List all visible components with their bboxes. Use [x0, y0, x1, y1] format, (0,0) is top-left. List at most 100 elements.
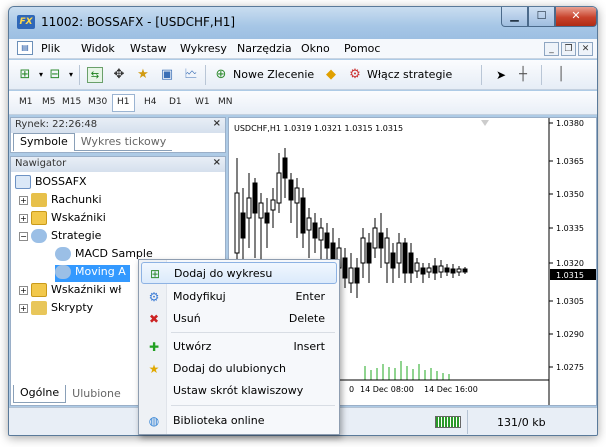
expand-icon[interactable]: + — [19, 213, 28, 223]
menu-item-create[interactable]: ✚ Utwórz Insert — [141, 336, 337, 358]
data-window-icon[interactable]: ✥ — [111, 67, 127, 83]
terminal-icon — [15, 175, 31, 189]
profiles-icon[interactable]: ⊟ — [47, 67, 63, 83]
tab-general[interactable]: Ogólne — [13, 385, 67, 403]
accounts-icon — [31, 193, 47, 207]
globe-icon: ◍ — [148, 414, 160, 428]
tree-item-scripts[interactable]: + Skrypty — [19, 301, 93, 318]
mdi-restore-button[interactable]: ❐ — [561, 42, 576, 56]
navigator-header: Nawigator × — [11, 157, 225, 172]
navigator-icon[interactable]: ★ — [135, 67, 151, 83]
context-menu: ⊞ Dodaj do wykresu ⚙ Modyfikuj Enter ✖ U… — [138, 259, 340, 435]
menu-item-add-favorite[interactable]: ★ Dodaj do ulubionych — [141, 358, 337, 380]
menu-separator — [171, 332, 335, 333]
menu-item-delete[interactable]: ✖ Usuń Delete — [141, 308, 337, 330]
tab-symbols[interactable]: Symbole — [13, 133, 75, 151]
price-tick-label: 1.0275 — [556, 363, 584, 372]
indicator-icon — [31, 211, 47, 225]
menu-insert[interactable]: Wstaw — [130, 42, 167, 55]
timeframe-h4[interactable]: H4 — [144, 97, 157, 107]
close-icon[interactable]: × — [213, 118, 221, 129]
delete-icon: ✖ — [148, 312, 160, 326]
close-icon[interactable]: × — [213, 157, 221, 168]
standard-toolbar: ⊞ ▾ ⊟ ▾ ⇆ ✥ ★ ▣ 🗠 ⊕ Nowe Zlecenie ◆ ⚙ Wł… — [9, 60, 597, 90]
expand-icon[interactable]: + — [19, 285, 28, 295]
market-watch-panel: Rynek: 22:26:48 × Symbole Wykres tickowy — [10, 117, 226, 153]
tab-favorites[interactable]: Ulubione — [66, 385, 127, 403]
title-bar[interactable]: FX 11002: BOSSAFX - [USDCHF,H1] ▁ ☐ ✕ — [9, 7, 597, 39]
menu-window[interactable]: Okno — [301, 42, 330, 55]
price-tick-label: 1.0320 — [556, 259, 584, 268]
menu-item-online-library[interactable]: ◍ Biblioteka online — [141, 410, 337, 432]
shift-marker-icon — [481, 120, 489, 126]
menu-item-add-to-chart[interactable]: ⊞ Dodaj do wykresu — [141, 262, 337, 284]
market-watch-header: Rynek: 22:26:48 × — [11, 118, 225, 133]
time-tick-label: 0 — [349, 385, 354, 394]
timeframe-m15[interactable]: M15 — [62, 97, 81, 107]
expand-icon[interactable]: + — [19, 303, 28, 313]
timeframe-d1[interactable]: D1 — [169, 97, 182, 107]
current-price-label: 1.0315 — [556, 271, 584, 280]
crosshair-icon[interactable]: ┼ — [515, 67, 531, 83]
tree-item-accounts[interactable]: + Rachunki — [19, 193, 102, 210]
price-tick-label: 1.0350 — [556, 190, 584, 199]
menu-charts[interactable]: Wykresy — [180, 42, 227, 55]
menu-item-set-hotkey[interactable]: Ustaw skrót klawiszowy — [141, 380, 337, 402]
menu-item-modify[interactable]: ⚙ Modyfikuj Enter — [141, 286, 337, 308]
strategies-icon[interactable]: ⚙ — [347, 67, 363, 83]
toolbar-separator — [205, 65, 206, 85]
tab-tick-chart[interactable]: Wykres tickowy — [74, 133, 173, 151]
maximize-button[interactable]: ☐ — [528, 7, 555, 27]
new-order-button[interactable]: Nowe Zlecenie — [233, 68, 314, 81]
menu-help[interactable]: Pomoc — [344, 42, 380, 55]
close-button[interactable]: ✕ — [555, 7, 597, 27]
menu-bar: ▤ Plik Widok Wstaw Wykresy Narzędzia Okn… — [9, 39, 597, 59]
toolbar-separator — [541, 65, 542, 85]
toolbar-separator — [79, 65, 80, 85]
enable-strategies-button[interactable]: Włącz strategie — [367, 68, 452, 81]
timeframe-m30[interactable]: M30 — [88, 97, 107, 107]
favorite-icon: ★ — [148, 362, 160, 376]
mdi-minimize-button[interactable]: _ — [544, 42, 559, 56]
market-watch-icon[interactable]: ⇆ — [87, 67, 103, 83]
menu-tools[interactable]: Narzędzia — [237, 42, 292, 55]
timeframe-m5[interactable]: M5 — [42, 97, 56, 107]
tree-item-indicators[interactable]: + Wskaźniki — [19, 211, 106, 228]
new-chart-icon[interactable]: ⊞ — [17, 67, 33, 83]
time-tick-label: 14 Dec 08:00 — [360, 385, 414, 394]
timeframe-h1[interactable]: H1 — [112, 94, 135, 112]
expand-icon[interactable]: + — [19, 195, 28, 205]
minimize-button[interactable]: ▁ — [501, 7, 528, 27]
tree-item-strategies[interactable]: − Strategie — [19, 229, 101, 246]
dropdown-arrow-icon[interactable]: ▾ — [63, 67, 79, 83]
navigator-title: Nawigator — [15, 158, 67, 169]
cursor-icon[interactable]: ➤ — [493, 67, 509, 83]
volume-bars — [364, 361, 450, 380]
gear-icon: ⚙ — [148, 290, 160, 304]
menu-file[interactable]: Plik — [41, 42, 60, 55]
tree-item-bossafx[interactable]: BOSSAFX — [15, 175, 87, 192]
menu-view[interactable]: Widok — [81, 42, 115, 55]
timeframe-mn[interactable]: MN — [218, 97, 233, 107]
price-tick-label: 1.0335 — [556, 224, 584, 233]
strategy-icon — [31, 229, 47, 243]
app-logo-icon: FX — [17, 15, 35, 29]
timeframe-m1[interactable]: M1 — [19, 97, 33, 107]
market-watch-title: Rynek: 22:26:48 — [15, 119, 98, 130]
mdi-close-button[interactable]: ✕ — [578, 42, 593, 56]
tree-item-custom-indicators[interactable]: + Wskaźniki wł — [19, 283, 121, 300]
chart-header: USDCHF,H1 1.0319 1.0321 1.0315 1.0315 — [234, 124, 403, 133]
price-tick-label: 1.0290 — [556, 330, 584, 339]
document-icon[interactable]: ▤ — [17, 41, 33, 55]
warning-icon[interactable]: ◆ — [323, 67, 339, 83]
price-tick-label: 1.0305 — [556, 297, 584, 306]
new-order-icon[interactable]: ⊕ — [213, 67, 229, 83]
collapse-icon[interactable]: − — [19, 231, 28, 241]
terminal-icon[interactable]: ▣ — [159, 67, 175, 83]
timeframe-w1[interactable]: W1 — [195, 97, 210, 107]
vertical-line-icon[interactable]: │ — [553, 67, 569, 83]
traffic-label: 131/0 kb — [497, 416, 546, 429]
tester-icon[interactable]: 🗠 — [183, 67, 199, 83]
tree-item-moving-average[interactable]: Moving A — [55, 265, 130, 282]
add-to-chart-icon: ⊞ — [149, 267, 161, 281]
